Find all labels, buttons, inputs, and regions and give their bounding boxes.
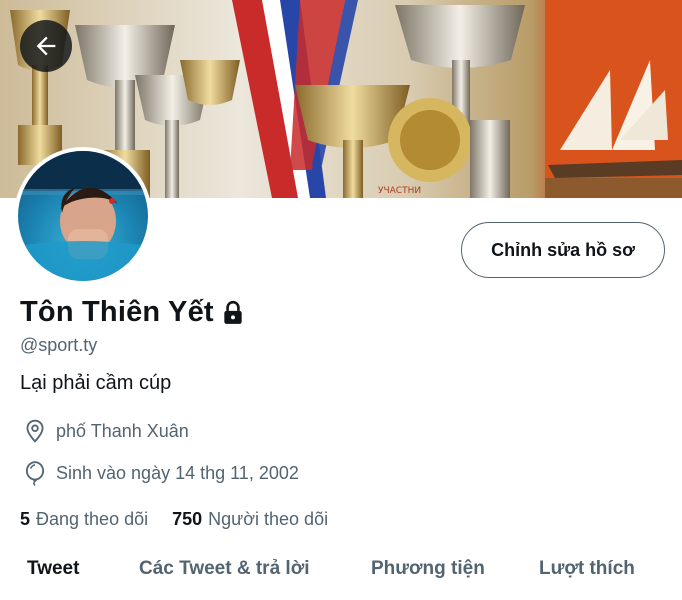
avatar-image [18,151,148,281]
tab-tweets[interactable]: Tweet [27,558,79,580]
tab-likes[interactable]: Lượt thích [539,558,635,580]
following-label: Đang theo dõi [36,509,149,529]
followers-count: 750 [172,509,203,529]
profile-location: phố Thanh Xuân [22,418,189,444]
profile-name-row: Tôn Thiên Yết [20,296,246,329]
tab-media[interactable]: Phương tiện [371,558,485,580]
back-button[interactable] [20,20,72,72]
followers-link[interactable]: 750 Người theo dõi [172,509,328,530]
location-text: phố Thanh Xuân [56,420,189,441]
following-link[interactable]: 5 Đang theo dõi [20,509,148,530]
balloon-icon [22,460,48,486]
location-pin-icon [22,418,48,444]
profile-tabs: Tweet Các Tweet & trả lời Phương tiện Lư… [0,548,682,600]
following-count: 5 [20,509,31,529]
edit-profile-label: Chỉnh sửa hồ sơ [491,239,635,260]
followers-label: Người theo dõi [208,509,329,529]
profile-name: Tôn Thiên Yết [20,296,214,328]
profile-bio: Lại phải cầm cúp [20,372,172,394]
follow-stats: 5 Đang theo dõi 750 Người theo dõi [20,509,328,530]
edit-profile-button[interactable]: Chỉnh sửa hồ sơ [461,222,665,278]
lock-icon [220,300,246,326]
birthday-text: Sinh vào ngày 14 thg 11, 2002 [56,462,299,483]
tab-tweets-and-replies[interactable]: Các Tweet & trả lời [139,558,309,580]
arrow-left-icon [32,32,60,60]
profile-handle: @sport.ty [20,335,98,355]
profile-birthday: Sinh vào ngày 14 thg 11, 2002 [22,460,299,486]
avatar[interactable] [14,147,152,285]
banner-text: УЧАСТНИ [378,186,421,196]
